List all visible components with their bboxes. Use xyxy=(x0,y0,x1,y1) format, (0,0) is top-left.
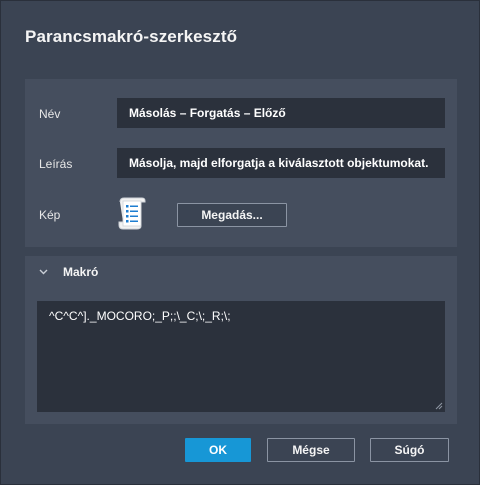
document-list-icon xyxy=(118,197,146,230)
name-field[interactable]: Másolás – Forgatás – Előző xyxy=(117,98,445,128)
assign-image-button[interactable]: Megadás... xyxy=(177,203,287,227)
image-label: Kép xyxy=(39,208,61,222)
help-button[interactable]: Súgó xyxy=(370,438,449,462)
macro-textarea[interactable]: ^C^C^]._MOCORO;_P;;\_C;\;_R;\; xyxy=(37,301,445,412)
cancel-button[interactable]: Mégse xyxy=(267,438,355,462)
command-macro-editor-dialog: Parancsmakró-szerkesztő Név Másolás – Fo… xyxy=(0,0,480,485)
macro-panel: Makró ^C^C^]._MOCORO;_P;;\_C;\;_R;\; xyxy=(25,256,457,424)
name-label: Név xyxy=(39,107,61,121)
chevron-down-icon xyxy=(39,269,48,275)
properties-panel: Név Másolás – Forgatás – Előző Leírás Má… xyxy=(25,79,457,247)
resize-grip-icon[interactable] xyxy=(435,402,443,410)
macro-text: ^C^C^]._MOCORO;_P;;\_C;\;_R;\; xyxy=(49,309,231,323)
ok-button[interactable]: OK xyxy=(185,438,251,462)
macro-header-label: Makró xyxy=(63,265,99,279)
description-field[interactable]: Másolja, majd elforgatja a kiválasztott … xyxy=(117,148,445,178)
macro-section-toggle[interactable]: Makró xyxy=(37,265,98,279)
description-label: Leírás xyxy=(39,157,73,171)
dialog-title: Parancsmakró-szerkesztő xyxy=(25,27,238,46)
